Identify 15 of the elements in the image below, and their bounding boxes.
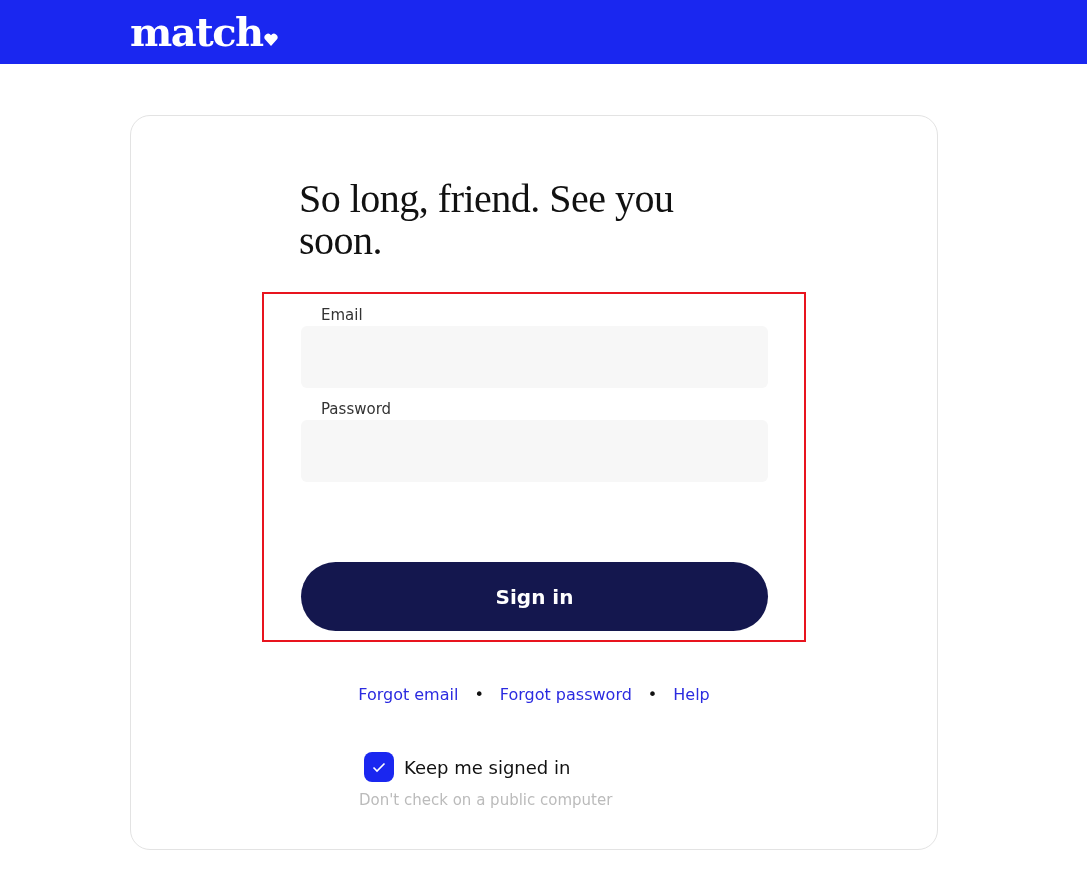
checkbox[interactable] bbox=[364, 752, 394, 782]
separator: • bbox=[647, 685, 658, 704]
checkmark-icon bbox=[372, 761, 386, 773]
logo[interactable]: match bbox=[130, 10, 263, 54]
separator: • bbox=[474, 685, 484, 704]
checkbox-label: Keep me signed in bbox=[404, 756, 571, 778]
heading: So long, friend. See you soon. bbox=[299, 178, 675, 262]
field-label: Email bbox=[321, 306, 363, 324]
link[interactable]: Forgot email bbox=[358, 685, 459, 704]
hint-text: Don't check on a public computer bbox=[359, 791, 614, 809]
link[interactable]: Forgot password bbox=[499, 685, 632, 704]
link[interactable]: Help bbox=[673, 685, 710, 704]
heart-icon bbox=[263, 33, 278, 46]
field-label: Password bbox=[321, 400, 392, 418]
sign-in-button[interactable]: Sign in bbox=[301, 562, 768, 631]
